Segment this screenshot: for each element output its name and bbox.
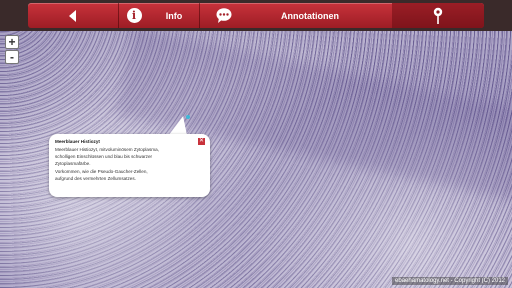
popup-text-line: Meerblauer Histiozyt, mitvoluminösem Zyt… [55,147,159,152]
zoom-in-button[interactable]: + [5,35,19,49]
pin-button[interactable] [392,3,484,28]
zoom-out-button[interactable]: - [5,50,19,64]
back-button[interactable] [28,3,118,28]
popup-text-line: Zytoplasmafärbe. [55,161,91,167]
popup-text-line: scholligen Einschlüssen und blau bis sch… [55,154,153,160]
info-icon-button[interactable]: i [119,3,149,28]
annotation-popup: ✕ Meerblauer Histiozyt Meerblauer Histio… [49,134,210,197]
speech-bubble-icon [216,8,232,23]
annotations-button[interactable]: Annotationen [248,3,372,28]
popup-text-line: aufgrund des vermehrten Zellumsatzes. [55,175,136,181]
close-icon[interactable]: ✕ [198,138,205,145]
info-button[interactable]: Info [149,3,199,28]
chevron-left-icon [69,9,76,22]
info-icon: i [126,8,142,23]
annotations-icon-button[interactable] [200,3,248,28]
map-pin-icon [433,7,443,24]
popup-title: Meerblauer Histiozyt [55,139,100,144]
popup-text-line: Vorkommen, wie die Pseudo-Gaucher-Zellen… [55,168,148,174]
copyright-label: ebaehamatology.net - Copyright (C) 2012 [392,277,508,285]
